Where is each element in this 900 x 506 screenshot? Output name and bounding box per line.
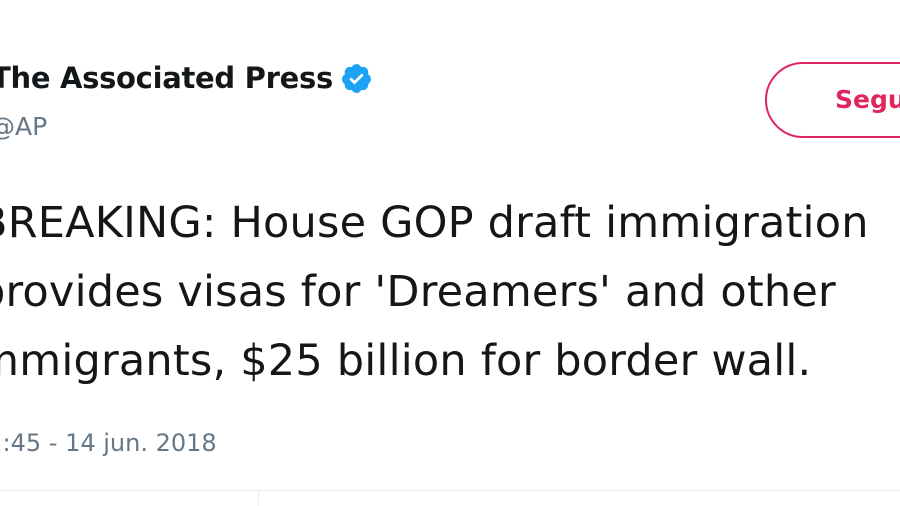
tweet-card: The Associated Press @AP Seguir BREAKING… xyxy=(0,0,900,506)
divider xyxy=(258,491,259,506)
tweet-timestamp[interactable]: 12:45 - 14 jun. 2018 xyxy=(0,426,217,460)
tweet-text: BREAKING: House GOP draft immigration pr… xyxy=(0,0,900,420)
divider xyxy=(0,490,900,491)
tweet-text-line: immigrants, $25 billion for border wall. xyxy=(0,336,812,386)
tweet-text-line: BREAKING: House GOP draft immigration xyxy=(0,198,869,248)
tweet-text-line: provides visas for 'Dreamers' and other xyxy=(0,267,836,317)
